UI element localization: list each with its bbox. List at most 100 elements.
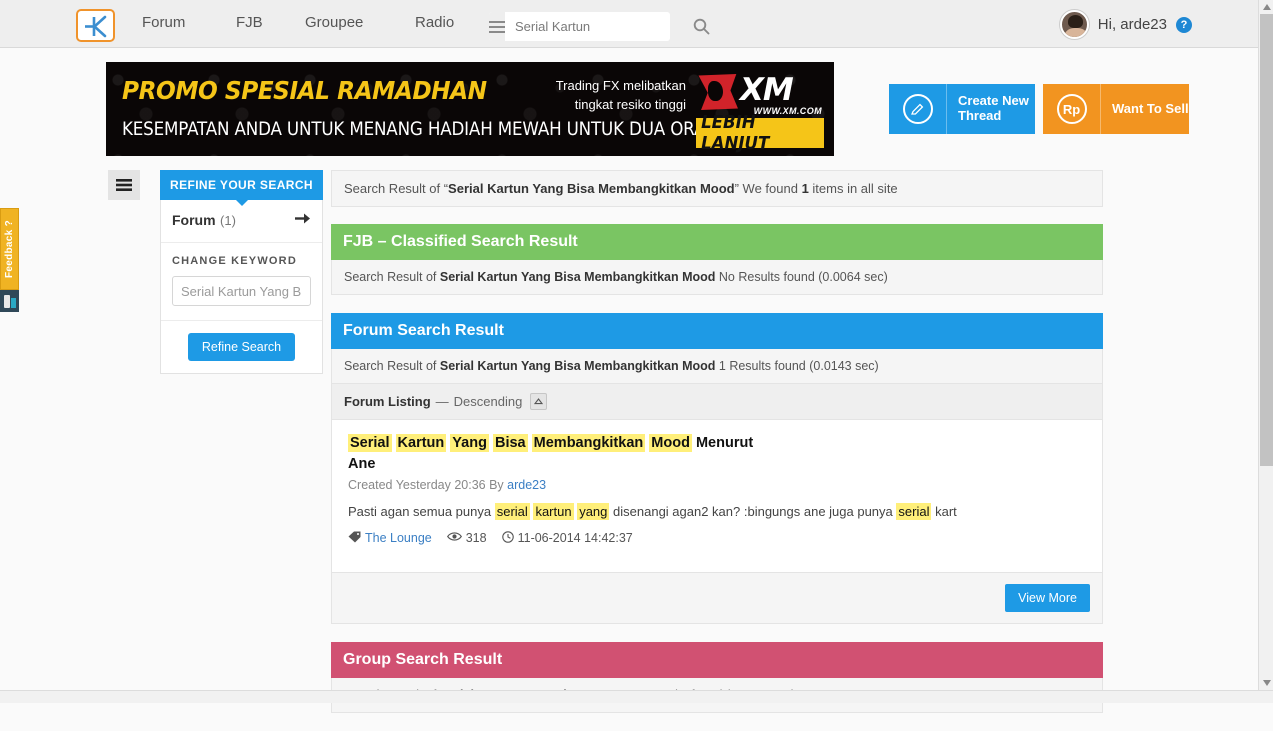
change-keyword-input[interactable]	[172, 276, 311, 306]
rupiah-icon: Rp	[1043, 84, 1101, 134]
created-prefix: Created Yesterday 20:36 By	[348, 478, 507, 492]
vertical-scrollbar-thumb[interactable]	[1260, 14, 1273, 466]
section-fjb-title: FJB – Classified Search Result	[331, 224, 1103, 260]
forum-filter-label: Forum	[172, 212, 216, 228]
create-new-thread-button[interactable]: Create New Thread	[889, 84, 1035, 134]
chevron-up-icon[interactable]	[530, 393, 547, 410]
highlighted-term: kartun	[533, 503, 573, 520]
forum-listing-label: Forum Listing	[344, 394, 431, 409]
summary-prefix: Search Result of “	[344, 181, 448, 196]
forum-result-title[interactable]: Serial Kartun Yang Bisa Membangkitkan Mo…	[348, 433, 778, 475]
result-spacer	[332, 558, 1102, 572]
forum-name-link[interactable]: The Lounge	[365, 531, 432, 545]
forum-result-snippet: Pasti agan semua punya serial kartun yan…	[348, 502, 1086, 522]
refine-search-button[interactable]: Refine Search	[188, 333, 295, 361]
section-forum: Forum Search Result Search Result of Ser…	[331, 313, 1103, 624]
search-input[interactable]	[505, 18, 693, 35]
forum-result-created: Created Yesterday 20:36 By arde23	[348, 478, 1086, 492]
view-more-button[interactable]: View More	[1005, 584, 1090, 612]
section-fjb: FJB – Classified Search Result Search Re…	[331, 224, 1103, 295]
tag-icon	[348, 531, 361, 546]
create-new-thread-label: Create New Thread	[947, 94, 1035, 124]
forum-result-meta: The Lounge 318	[348, 531, 1086, 546]
ad-headline: PROMO SPESIAL RAMADHAN	[122, 76, 487, 105]
result-timestamp: 11-06-2014 14:42:37	[518, 531, 633, 545]
fjb-status-prefix: Search Result of	[344, 270, 440, 284]
highlighted-term: serial	[495, 503, 530, 520]
meta-views: 318	[447, 531, 487, 545]
search-bar	[489, 12, 670, 41]
kaskus-logo-icon[interactable]	[76, 9, 115, 42]
refine-panel-footer: Refine Search	[161, 321, 322, 373]
nav-item-fjb[interactable]: FJB	[236, 14, 263, 31]
summary-query: Serial Kartun Yang Bisa Membangkitkan Mo…	[448, 181, 735, 196]
search-results-column: Search Result of “Serial Kartun Yang Bis…	[331, 170, 1103, 731]
hamburger-icon	[116, 179, 132, 191]
search-icon[interactable]	[693, 18, 710, 35]
top-header: Forum FJB Groupee Radio Hi, arde23 ?	[0, 0, 1258, 48]
forum-filter-count: (1)	[220, 213, 236, 228]
meta-forum-name[interactable]: The Lounge	[348, 531, 432, 546]
section-forum-status: Search Result of Serial Kartun Yang Bisa…	[332, 349, 1102, 383]
fjb-status-query: Serial Kartun Yang Bisa Membangkitkan Mo…	[440, 270, 716, 284]
fjb-status-suffix: No Results found (0.0064 sec)	[715, 270, 887, 284]
ad-subheadline: KESEMPATAN ANDA UNTUK MENANG HADIAH MEWA…	[122, 118, 730, 140]
ad-banner[interactable]: PROMO SPESIAL RAMADHAN KESEMPATAN ANDA U…	[106, 62, 834, 156]
nav-item-radio[interactable]: Radio	[415, 14, 454, 31]
scroll-up-icon[interactable]	[1259, 0, 1273, 14]
highlighted-term: Kartun	[396, 434, 447, 452]
change-keyword-title: CHANGE KEYWORD	[172, 255, 311, 267]
feedback-tab[interactable]: Feedback ?	[0, 208, 19, 290]
arrow-right-icon	[295, 212, 311, 230]
summary-suffix: items in all site	[809, 181, 898, 196]
forum-status-query: Serial Kartun Yang Bisa Membangkitkan Mo…	[440, 359, 716, 373]
refine-panel-title[interactable]: REFINE YOUR SEARCH	[160, 170, 323, 200]
refine-search-panel: REFINE YOUR SEARCH Forum (1) CHANGE KEYW…	[160, 170, 323, 374]
xm-mark-icon	[696, 74, 738, 110]
nav-item-forum[interactable]: Forum	[142, 14, 185, 31]
highlighted-term: serial	[896, 503, 931, 520]
forum-listing-separator: —	[436, 394, 449, 409]
xm-logo-icon: XM WWW.XM.COM	[696, 74, 824, 110]
ad-cta-button[interactable]: LEBIH LANJUT	[696, 118, 824, 148]
horizontal-scrollbar[interactable]	[0, 690, 1273, 703]
summary-count: 1	[802, 181, 809, 196]
avatar	[1060, 10, 1089, 39]
scroll-down-icon[interactable]	[1259, 676, 1273, 690]
sidebar-toggle-button[interactable]	[108, 170, 140, 200]
ad-risk-line-2: tingkat resiko tinggi	[526, 96, 686, 115]
feedback-thumbnail-icon[interactable]	[0, 290, 19, 312]
plain-term: Pasti agan semua punya	[348, 504, 491, 519]
want-to-sell-button[interactable]: Rp Want To Sell	[1043, 84, 1189, 134]
forum-status-prefix: Search Result of	[344, 359, 440, 373]
summary-middle: ” We found	[735, 181, 802, 196]
ad-cta-label: LEBIH LANJUT	[701, 112, 819, 154]
ad-risk-line-1: Trading FX melibatkan	[526, 77, 686, 96]
section-fjb-status: Search Result of Serial Kartun Yang Bisa…	[332, 260, 1102, 294]
help-icon[interactable]: ?	[1176, 17, 1192, 33]
change-keyword-block: CHANGE KEYWORD	[161, 243, 322, 321]
want-to-sell-label: Want To Sell	[1101, 102, 1189, 117]
section-group-title: Group Search Result	[331, 642, 1103, 678]
plain-term: kart	[935, 504, 957, 519]
forum-result-item[interactable]: Serial Kartun Yang Bisa Membangkitkan Mo…	[332, 420, 1102, 558]
highlighted-term: Membangkitkan	[532, 434, 646, 452]
clock-icon	[502, 531, 514, 546]
view-more-bar: View More	[332, 572, 1102, 623]
result-author-link[interactable]: arde23	[507, 478, 546, 492]
pencil-icon	[889, 84, 947, 134]
user-greeting: Hi, arde23	[1098, 16, 1167, 33]
plain-term: disenangi agan2 kan? :bingungs ane juga …	[613, 504, 893, 519]
forum-listing-order: Descending	[454, 394, 523, 409]
forum-listing-bar: Forum Listing — Descending	[332, 383, 1102, 420]
highlighted-term: Mood	[649, 434, 692, 452]
highlighted-term: Yang	[450, 434, 489, 452]
forum-status-suffix: 1 Results found (0.0143 sec)	[715, 359, 878, 373]
hamburger-icon[interactable]	[489, 12, 505, 41]
feedback-label: Feedback ?	[4, 220, 15, 278]
user-menu[interactable]: Hi, arde23 ?	[1060, 10, 1192, 39]
vertical-scrollbar[interactable]	[1258, 0, 1273, 690]
views-count: 318	[466, 531, 487, 545]
nav-item-groupee[interactable]: Groupee	[305, 14, 363, 31]
xm-brand-text: XM	[740, 72, 793, 108]
